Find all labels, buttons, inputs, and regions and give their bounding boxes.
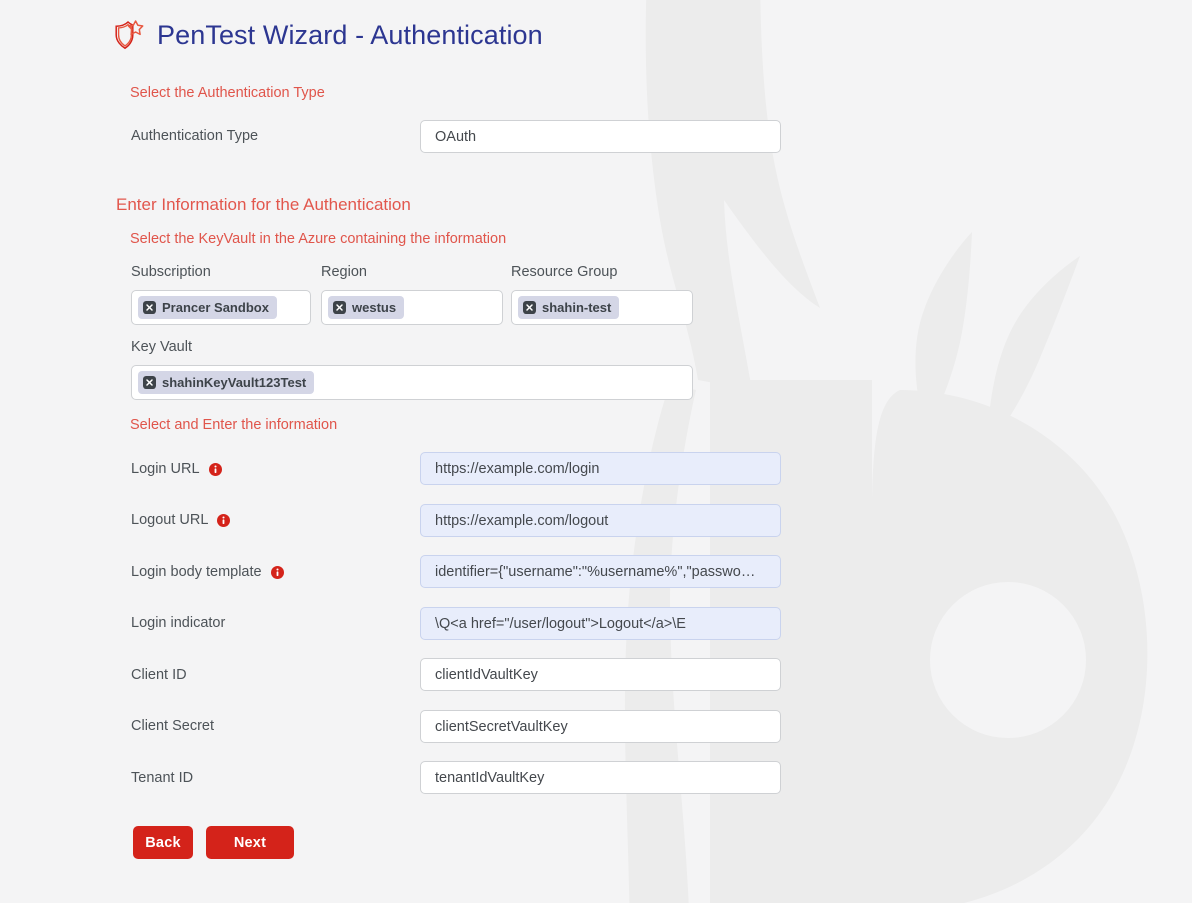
next-button[interactable]: Next	[206, 826, 294, 859]
login-url-label-text: Login URL	[131, 461, 200, 477]
client-id-label-text: Client ID	[131, 667, 187, 683]
login-url-input[interactable]: https://example.com/login	[420, 452, 781, 485]
auth-type-value: OAuth	[435, 128, 477, 145]
chip-resource-group[interactable]: shahin-test	[518, 296, 620, 319]
subscription-select[interactable]: Prancer Sandbox	[131, 290, 311, 325]
shield-star-icon	[112, 18, 146, 52]
close-x-icon[interactable]	[143, 376, 156, 389]
chip-key-vault[interactable]: shahinKeyVault123Test	[138, 371, 315, 394]
page-header: PenTest Wizard - Authentication	[112, 18, 543, 52]
tenant-id-label: Tenant ID	[131, 770, 193, 786]
auth-type-label-text: Authentication Type	[131, 128, 259, 144]
key-vault-select[interactable]: shahinKeyVault123Test	[131, 365, 693, 400]
client-secret-input[interactable]: clientSecretVaultKey	[420, 710, 781, 743]
tenant-id-label-text: Tenant ID	[131, 770, 194, 786]
back-button[interactable]: Back	[133, 826, 193, 859]
logout-url-input[interactable]: https://example.com/logout	[420, 504, 781, 537]
region-label: Region	[321, 264, 367, 280]
login-body-template-input[interactable]: identifier={"username":"%username%","pas…	[420, 555, 781, 588]
login-body-template-label: Login body template	[131, 564, 284, 580]
close-x-icon[interactable]	[333, 301, 346, 314]
chip-resource-group-label: shahin-test	[542, 300, 612, 315]
login-body-template-label-text: Login body template	[131, 564, 262, 580]
login-body-template-value: identifier={"username":"%username%","pas…	[435, 563, 756, 580]
pentest-wizard-page: PenTest Wizard - Authentication Select t…	[0, 0, 1192, 903]
chip-key-vault-label: shahinKeyVault123Test	[162, 375, 307, 390]
enter-information-heading: Enter Information for the Authentication	[116, 195, 411, 214]
logout-url-value: https://example.com/logout	[435, 512, 609, 529]
select-and-enter-heading: Select and Enter the information	[130, 417, 338, 433]
info-circle-icon[interactable]	[208, 462, 222, 476]
logout-url-label-text: Logout URL	[131, 512, 209, 528]
tenant-id-input[interactable]: tenantIdVaultKey	[420, 761, 781, 794]
auth-type-label: Authentication Type	[131, 128, 258, 144]
client-secret-value: clientSecretVaultKey	[435, 718, 568, 735]
subscription-label: Subscription	[131, 264, 211, 280]
login-url-label: Login URL	[131, 461, 222, 477]
resource-group-label: Resource Group	[511, 264, 618, 280]
logout-url-label: Logout URL	[131, 512, 231, 528]
auth-type-input[interactable]: OAuth	[420, 120, 781, 153]
login-indicator-input[interactable]: \Q<a href="/user/logout">Logout</a>\E	[420, 607, 781, 640]
chip-subscription[interactable]: Prancer Sandbox	[138, 296, 277, 319]
login-indicator-label: Login indicator	[131, 615, 225, 631]
client-secret-label-text: Client Secret	[131, 718, 215, 734]
login-url-value: https://example.com/login	[435, 460, 600, 477]
tenant-id-value: tenantIdVaultKey	[435, 769, 545, 786]
close-x-icon[interactable]	[523, 301, 536, 314]
chip-subscription-label: Prancer Sandbox	[162, 300, 269, 315]
region-select[interactable]: westus	[321, 290, 503, 325]
close-x-icon[interactable]	[143, 301, 156, 314]
page-title: PenTest Wizard - Authentication	[157, 19, 543, 50]
info-circle-icon[interactable]	[217, 513, 231, 527]
login-indicator-label-text: Login indicator	[131, 615, 226, 631]
chip-region[interactable]: westus	[328, 296, 405, 319]
auth-type-heading: Select the Authentication Type	[130, 85, 325, 101]
client-id-input[interactable]: clientIdVaultKey	[420, 658, 781, 691]
keyvault-heading: Select the KeyVault in the Azure contain…	[130, 231, 507, 247]
info-circle-icon[interactable]	[270, 565, 284, 579]
login-indicator-value: \Q<a href="/user/logout">Logout</a>\E	[435, 615, 686, 632]
client-id-value: clientIdVaultKey	[435, 666, 538, 683]
resource-group-select[interactable]: shahin-test	[511, 290, 693, 325]
chip-region-label: westus	[352, 300, 397, 315]
client-secret-label: Client Secret	[131, 718, 214, 734]
key-vault-label: Key Vault	[131, 339, 192, 355]
client-id-label: Client ID	[131, 667, 187, 683]
